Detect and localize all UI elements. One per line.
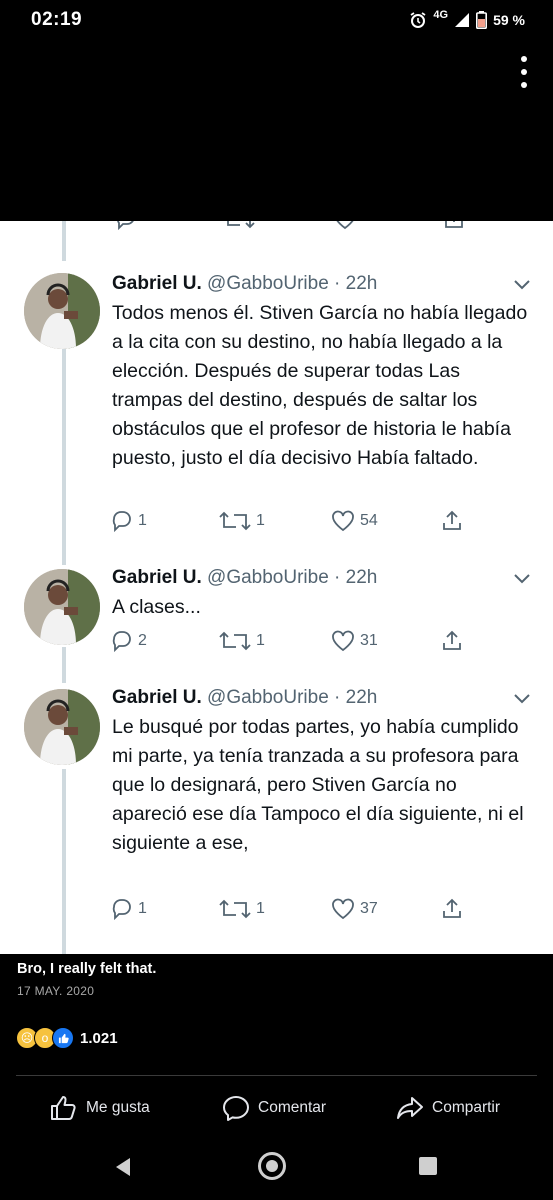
share-icon: [443, 898, 461, 918]
retweet-count: 1: [256, 512, 265, 529]
like-label: Me gusta: [86, 1099, 150, 1116]
like-button[interactable]: Me gusta: [50, 1094, 150, 1122]
comment-button[interactable]: Comentar: [222, 1094, 326, 1122]
reply-count: 1: [138, 900, 147, 917]
retweet-button[interactable]: 1: [218, 897, 265, 921]
reply-button[interactable]: 2: [110, 629, 147, 653]
share-button[interactable]: [440, 897, 464, 921]
reply-button[interactable]: 1: [110, 509, 147, 533]
tweet-screenshot: Gabriel U. @GabboUribe · 22h Todos menos…: [0, 221, 553, 954]
like-count: 37: [360, 900, 378, 917]
author-handle[interactable]: @GabboUribe: [207, 687, 329, 708]
author-name[interactable]: Gabriel U.: [112, 687, 202, 708]
status-bar: 02:19 4G 59 %: [0, 0, 553, 42]
battery-level: 59 %: [493, 12, 525, 28]
previous-tweet-actions: [110, 221, 470, 231]
clock: 02:19: [31, 9, 83, 30]
thumbs-up-icon: [51, 1096, 76, 1120]
like-count: 54: [360, 512, 378, 529]
more-options-icon[interactable]: [519, 56, 529, 88]
like-icon: [332, 510, 354, 532]
thread-line: [62, 769, 66, 954]
like-icon: [332, 898, 354, 920]
like-icon: [332, 630, 354, 652]
reply-count: 2: [138, 632, 147, 649]
reactions-summary[interactable]: ☹ o 1.021: [16, 1027, 118, 1049]
divider: [16, 1075, 537, 1076]
tweet-actions: 2 1 31: [110, 629, 480, 655]
tweet-time[interactable]: 22h: [346, 273, 378, 294]
retweet-button[interactable]: 1: [218, 629, 265, 653]
reply-icon: [112, 511, 131, 533]
avatar[interactable]: [24, 273, 100, 349]
signal-icon: [455, 13, 470, 27]
tweet-text: Todos menos él. Stiven García no había l…: [112, 302, 528, 469]
retweet-icon: [219, 511, 251, 531]
reply-icon: [117, 221, 134, 231]
like-count: 31: [360, 632, 378, 649]
share-button[interactable]: [440, 509, 464, 533]
reply-button[interactable]: 1: [110, 897, 147, 921]
network-type: 4G: [433, 9, 449, 21]
status-icons: 4G 59 %: [409, 9, 525, 31]
like-button[interactable]: 37: [330, 897, 378, 921]
tweet-header: Gabriel U. @GabboUribe · 22h: [112, 567, 378, 588]
retweet-icon: [219, 631, 251, 651]
share-icon: [443, 630, 461, 650]
retweet-button[interactable]: 1: [218, 509, 265, 533]
chevron-down-icon[interactable]: [513, 573, 531, 585]
like-button[interactable]: 54: [330, 509, 378, 533]
author-handle[interactable]: @GabboUribe: [207, 567, 329, 588]
reply-icon: [112, 899, 131, 921]
comment-icon: [223, 1096, 249, 1121]
comment-label: Comentar: [258, 1099, 327, 1116]
like-icon: [336, 221, 354, 230]
like-button[interactable]: 31: [330, 629, 378, 653]
share-button[interactable]: [440, 629, 464, 653]
chevron-down-icon[interactable]: [513, 279, 531, 291]
tweet-time[interactable]: 22h: [346, 687, 378, 708]
thread-line: [62, 345, 66, 565]
author-name[interactable]: Gabriel U.: [112, 273, 202, 294]
retweet-count: 1: [256, 900, 265, 917]
tweet-text: Le busqué por todas partes, yo había cum…: [112, 716, 524, 854]
share-icon: [443, 510, 461, 530]
avatar[interactable]: [24, 569, 100, 645]
share-arrow-icon: [397, 1097, 423, 1119]
system-nav-bar: [0, 1140, 553, 1200]
post-caption: Bro, I really felt that.: [17, 961, 157, 977]
thread-line: [62, 221, 66, 261]
retweet-icon: [227, 221, 255, 229]
tweet-actions: 1 1 54: [110, 509, 480, 535]
chevron-down-icon[interactable]: [513, 693, 531, 705]
alarm-icon: [410, 12, 426, 28]
avatar[interactable]: [24, 689, 100, 765]
home-icon[interactable]: [258, 1152, 286, 1180]
tweet-text: A clases...: [112, 596, 201, 618]
retweet-count: 1: [256, 632, 265, 649]
tweet-header: Gabriel U. @GabboUribe · 22h: [112, 273, 378, 294]
post-date[interactable]: 17 MAY. 2020: [17, 984, 94, 998]
author-handle[interactable]: @GabboUribe: [207, 273, 329, 294]
tweet-actions: 1 1 37: [110, 897, 480, 923]
retweet-icon: [219, 899, 251, 919]
tweet-time[interactable]: 22h: [346, 567, 378, 588]
back-icon[interactable]: [113, 1157, 133, 1177]
share-button[interactable]: Compartir: [396, 1094, 500, 1122]
author-name[interactable]: Gabriel U.: [112, 567, 202, 588]
share-label: Compartir: [432, 1099, 501, 1116]
reply-icon: [112, 631, 131, 653]
like-reaction-icon: [52, 1027, 74, 1049]
reaction-count: 1.021: [80, 1029, 118, 1047]
recent-apps-icon[interactable]: [419, 1157, 437, 1175]
battery-icon: [476, 11, 488, 29]
share-icon: [445, 221, 463, 228]
tweet-header: Gabriel U. @GabboUribe · 22h: [112, 687, 378, 708]
reply-count: 1: [138, 512, 147, 529]
thread-line: [62, 647, 66, 683]
